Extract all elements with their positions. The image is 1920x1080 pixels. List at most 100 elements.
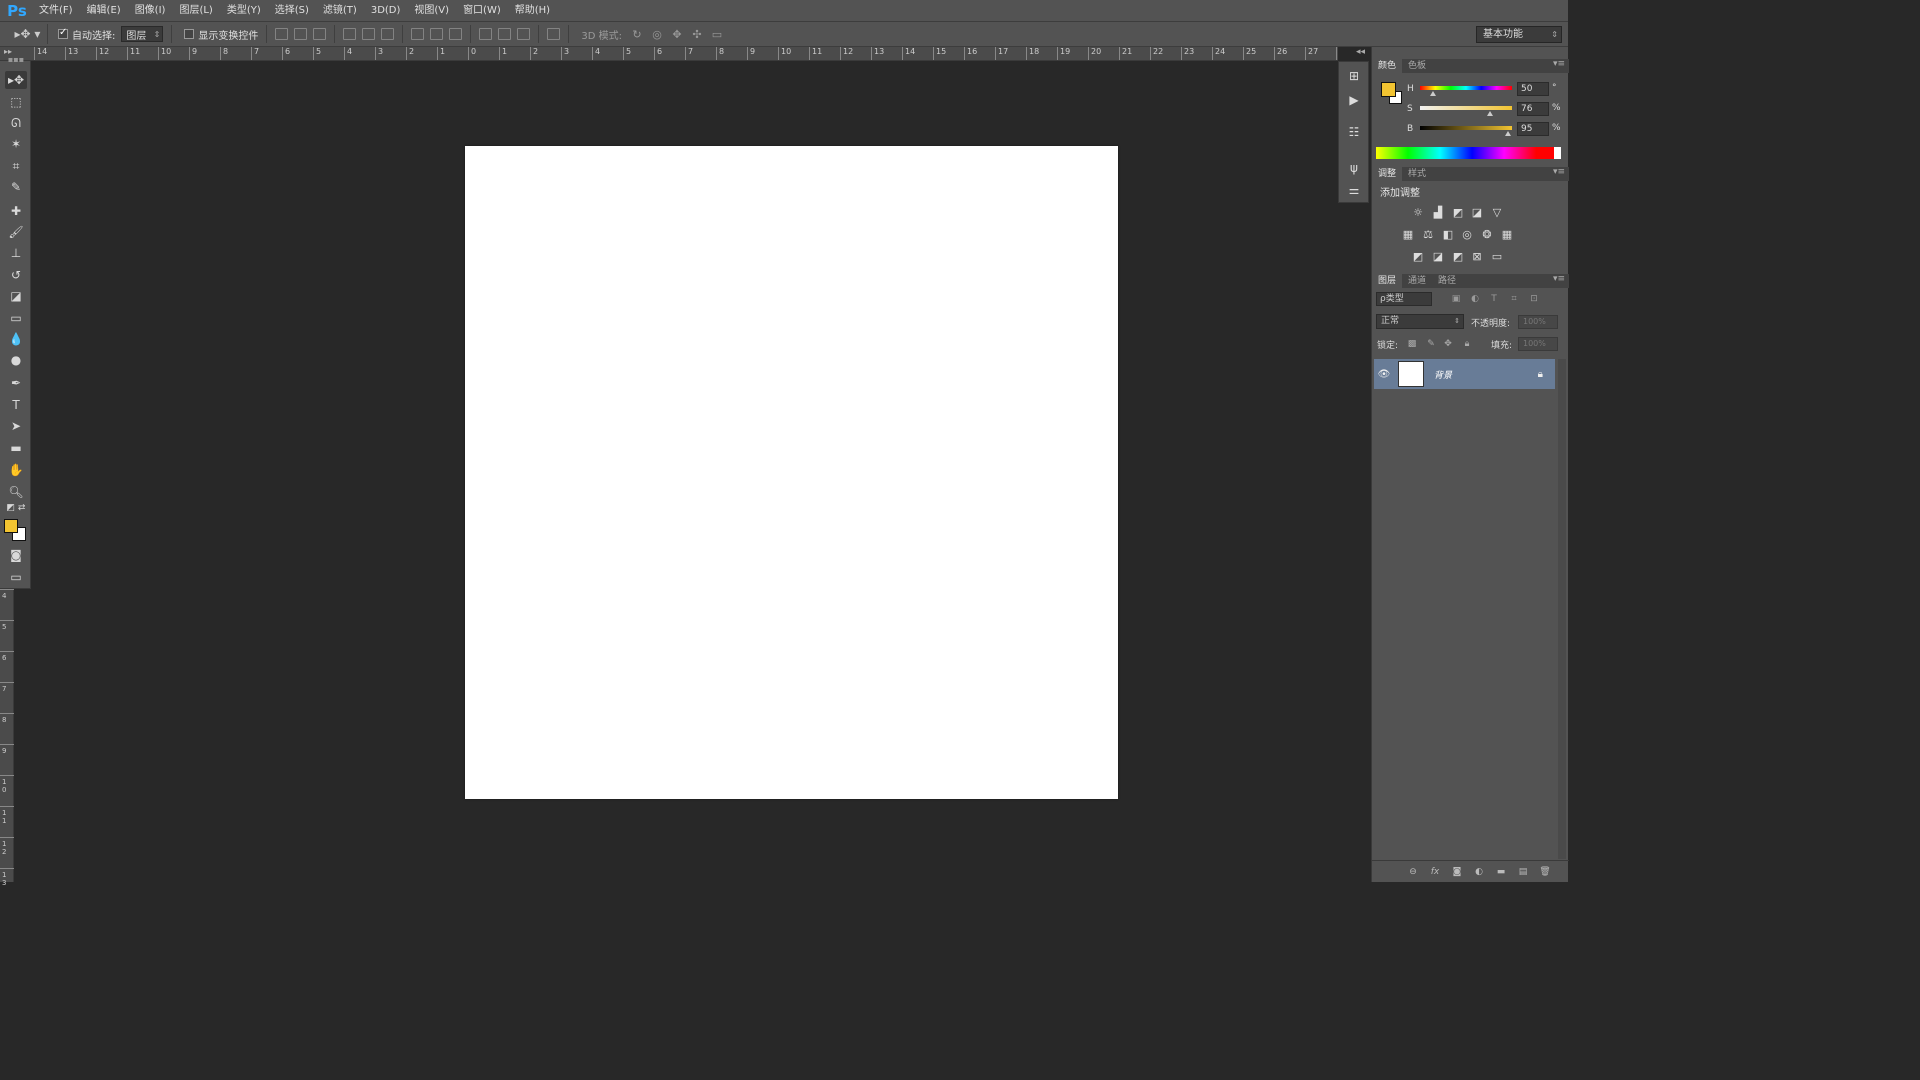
distribute-left-icon[interactable]	[479, 28, 493, 40]
brightness-value-input[interactable]: 95	[1517, 122, 1549, 136]
quick-mask-icon[interactable]: ◙	[5, 546, 27, 564]
history-brush-tool-icon[interactable]: ↺	[5, 266, 27, 284]
crop-tool-icon[interactable]: ⌗	[5, 157, 27, 175]
lock-transparent-pixels-icon[interactable]: ▩	[1406, 338, 1418, 350]
filter-pixel-icon[interactable]: ▣	[1450, 293, 1462, 305]
menu-item[interactable]: 文件(F)	[32, 0, 80, 21]
align-right-icon[interactable]	[381, 28, 395, 40]
path-selection-tool-icon[interactable]: ➤	[5, 417, 27, 435]
gradient-tool-icon[interactable]: ▭	[5, 309, 27, 327]
foreground-color-swatch[interactable]	[1381, 82, 1396, 97]
saturation-slider-thumb[interactable]	[1487, 111, 1493, 116]
history-panel-icon[interactable]: ⊞	[1346, 68, 1362, 84]
menu-item[interactable]: 图像(I)	[128, 0, 173, 21]
tab-styles[interactable]: 样式	[1402, 167, 1432, 181]
brightness-slider-thumb[interactable]	[1505, 131, 1511, 136]
menu-item[interactable]: 类型(Y)	[220, 0, 268, 21]
lock-image-pixels-icon[interactable]: ✎	[1425, 338, 1437, 350]
menu-item[interactable]: 窗口(W)	[456, 0, 508, 21]
hue-saturation-icon[interactable]: ▦	[1401, 228, 1415, 241]
layer-style-fx-icon[interactable]: fx	[1429, 866, 1441, 878]
levels-icon[interactable]: ▟	[1431, 206, 1445, 219]
align-hcenter-icon[interactable]	[362, 28, 376, 40]
invert-icon[interactable]: ◩	[1411, 250, 1425, 263]
properties-panel-icon[interactable]: ☷	[1346, 124, 1362, 140]
posterize-icon[interactable]: ◪	[1431, 250, 1445, 263]
color-lookup-icon[interactable]: ▦	[1500, 228, 1514, 241]
layers-scrollbar[interactable]	[1558, 359, 1566, 859]
eyedropper-tool-icon[interactable]: ✎	[5, 178, 27, 196]
lock-all-icon[interactable]: 🔒︎	[1461, 338, 1473, 350]
distribute-bottom-icon[interactable]	[449, 28, 463, 40]
lasso-tool-icon[interactable]: ᘏ	[5, 114, 27, 132]
hand-tool-icon[interactable]: ✋	[5, 461, 27, 479]
hue-value-input[interactable]: 50	[1517, 82, 1549, 96]
show-transform-checkbox[interactable]	[184, 29, 195, 39]
show-transform-toggle[interactable]: 显示变换控件	[184, 27, 258, 42]
rotate-3d-icon[interactable]: ↻	[630, 28, 644, 41]
new-group-icon[interactable]: ▬	[1495, 866, 1507, 878]
filter-smart-object-icon[interactable]: ⊡	[1528, 293, 1540, 305]
tab-channels[interactable]: 通道	[1402, 274, 1432, 288]
clone-stamp-tool-icon[interactable]: ⊥	[5, 244, 27, 262]
curves-icon[interactable]: ◩	[1451, 206, 1465, 219]
panel-menu-icon[interactable]: ▾≡	[1553, 274, 1565, 284]
align-bottom-icon[interactable]	[313, 28, 327, 40]
hue-slider-thumb[interactable]	[1430, 91, 1436, 96]
menu-item[interactable]: 选择(S)	[268, 0, 316, 21]
filter-shape-icon[interactable]: ⌗	[1508, 293, 1520, 305]
exposure-icon[interactable]: ◪	[1470, 206, 1484, 219]
move-tool-icon[interactable]: ▸✥	[5, 71, 27, 89]
toolbar-grip-icon[interactable]: ▪▪▪	[5, 55, 27, 64]
actions-panel-icon[interactable]: ▶	[1346, 92, 1362, 108]
auto-align-icon[interactable]	[547, 28, 561, 40]
threshold-icon[interactable]: ◩	[1451, 250, 1465, 263]
distribute-right-icon[interactable]	[517, 28, 531, 40]
hue-slider-track[interactable]	[1420, 86, 1512, 90]
filter-adjustment-icon[interactable]: ◐	[1469, 293, 1481, 305]
saturation-value-input[interactable]: 76	[1517, 102, 1549, 116]
foreground-color-swatch[interactable]	[4, 519, 18, 533]
color-spectrum-bar[interactable]	[1376, 147, 1554, 159]
menu-item[interactable]: 视图(V)	[407, 0, 456, 21]
auto-select-checkbox[interactable]	[58, 27, 68, 39]
new-adjustment-layer-icon[interactable]: ◐	[1473, 866, 1485, 878]
opacity-input[interactable]: 100%	[1518, 315, 1558, 329]
panel-menu-icon[interactable]: ▾≡	[1553, 167, 1565, 177]
move-tool-preset-icon[interactable]: ▸✥ ▾	[8, 24, 48, 44]
auto-select-target-select[interactable]: 图层	[121, 26, 164, 42]
tab-layers[interactable]: 图层	[1372, 274, 1403, 288]
distribute-hcenter-icon[interactable]	[498, 28, 512, 40]
delete-layer-icon[interactable]: 🗑︎	[1539, 866, 1551, 878]
slide-3d-icon[interactable]: ✣	[690, 28, 704, 41]
tab-color[interactable]: 颜色	[1372, 59, 1403, 73]
eye-icon[interactable]: 👁︎	[1374, 369, 1394, 380]
healing-brush-tool-icon[interactable]: ✚	[5, 202, 27, 220]
tool-presets-panel-icon[interactable]: ⚌	[1346, 182, 1362, 198]
distribute-top-icon[interactable]	[411, 28, 425, 40]
rectangle-tool-icon[interactable]: ▬	[5, 439, 27, 457]
blur-tool-icon[interactable]: 💧	[5, 330, 27, 348]
menu-item[interactable]: 编辑(E)	[80, 0, 128, 21]
new-layer-icon[interactable]: ▤	[1517, 866, 1529, 878]
eraser-tool-icon[interactable]: ◪	[5, 287, 27, 305]
swap-colors-icon[interactable]: ◩ ⇄	[5, 502, 27, 514]
color-balance-icon[interactable]: ⚖	[1421, 228, 1435, 241]
blend-mode-select[interactable]: 正常	[1376, 314, 1464, 329]
pen-tool-icon[interactable]: ✒	[5, 374, 27, 392]
layer-name[interactable]: 背景	[1434, 368, 1452, 381]
align-vcenter-icon[interactable]	[294, 28, 308, 40]
align-top-icon[interactable]	[275, 28, 289, 40]
saturation-slider-track[interactable]	[1420, 106, 1512, 110]
lock-position-icon[interactable]: ✥	[1442, 338, 1454, 350]
roll-3d-icon[interactable]: ◎	[650, 28, 664, 41]
menu-item[interactable]: 帮助(H)	[508, 0, 557, 21]
photo-filter-icon[interactable]: ◎	[1460, 228, 1474, 241]
brush-presets-panel-icon[interactable]: ψ	[1346, 160, 1362, 176]
color-spectrum-white[interactable]	[1554, 147, 1561, 159]
layer-row[interactable]: 👁︎ 背景 🔒︎	[1374, 359, 1555, 389]
panel-menu-icon[interactable]: ▾≡	[1553, 59, 1565, 69]
layer-filter-select[interactable]: ρ类型	[1376, 292, 1432, 306]
document-canvas[interactable]	[465, 146, 1118, 799]
magic-wand-tool-icon[interactable]: ✶	[5, 135, 27, 153]
